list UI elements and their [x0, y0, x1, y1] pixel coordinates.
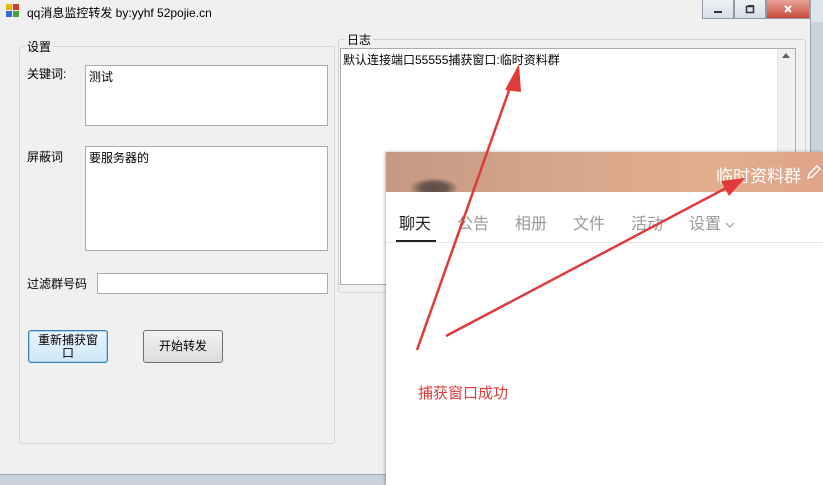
tab-notice[interactable]: 公告	[457, 210, 489, 234]
restore-icon	[745, 5, 755, 14]
chevron-down-icon	[725, 222, 735, 228]
title-bar[interactable]: qq消息监控转发 by:yyhf 52pojie.cn	[0, 0, 810, 24]
maximize-button[interactable]	[734, 0, 766, 19]
start-button[interactable]: 开始转发	[143, 330, 223, 363]
qq-header: 临时资料群	[386, 152, 823, 192]
log-group-label: 日志	[345, 31, 374, 48]
qq-tab-bar: 聊天 公告 相册 文件 活动 设置	[386, 192, 823, 243]
log-text: 默认连接端口55555捕获窗口:临时资料群	[343, 53, 560, 67]
block-input[interactable]: 要服务器的	[85, 146, 328, 251]
window-title: qq消息监控转发 by:yyhf 52pojie.cn	[27, 6, 212, 20]
minimize-icon	[714, 11, 722, 13]
qq-group-name[interactable]: 临时资料群	[716, 162, 801, 187]
keyword-input[interactable]: 测试	[85, 65, 328, 126]
window-controls	[702, 0, 810, 20]
settings-group-label: 设置	[25, 38, 54, 55]
filter-label: 过滤群号码	[27, 277, 88, 291]
active-tab-underline	[396, 240, 436, 242]
close-icon	[784, 5, 792, 13]
block-label: 屏蔽词	[27, 150, 64, 164]
keyword-label: 关键词:	[27, 67, 67, 81]
qq-group-window: 临时资料群 聊天 公告 相册 文件 活动 设置	[386, 152, 823, 485]
tab-settings: 设置	[689, 216, 722, 233]
tab-album[interactable]: 相册	[515, 210, 547, 234]
close-button[interactable]	[766, 0, 810, 19]
tab-settings-wrap[interactable]: 设置	[689, 210, 735, 234]
edit-pencil-icon[interactable]	[805, 164, 823, 182]
scroll-up-arrow-icon[interactable]	[782, 53, 790, 58]
app-icon	[6, 4, 19, 17]
minimize-button[interactable]	[702, 0, 734, 19]
tab-activity[interactable]: 活动	[631, 210, 663, 234]
tab-chat[interactable]: 聊天	[399, 210, 431, 234]
tab-files[interactable]: 文件	[573, 210, 605, 234]
recapture-button[interactable]: 重新捕获窗口	[28, 330, 108, 363]
annotation-label: 捕获窗口成功	[418, 385, 509, 402]
tree-silhouette-decoration	[410, 178, 458, 192]
filter-input[interactable]	[97, 273, 328, 294]
